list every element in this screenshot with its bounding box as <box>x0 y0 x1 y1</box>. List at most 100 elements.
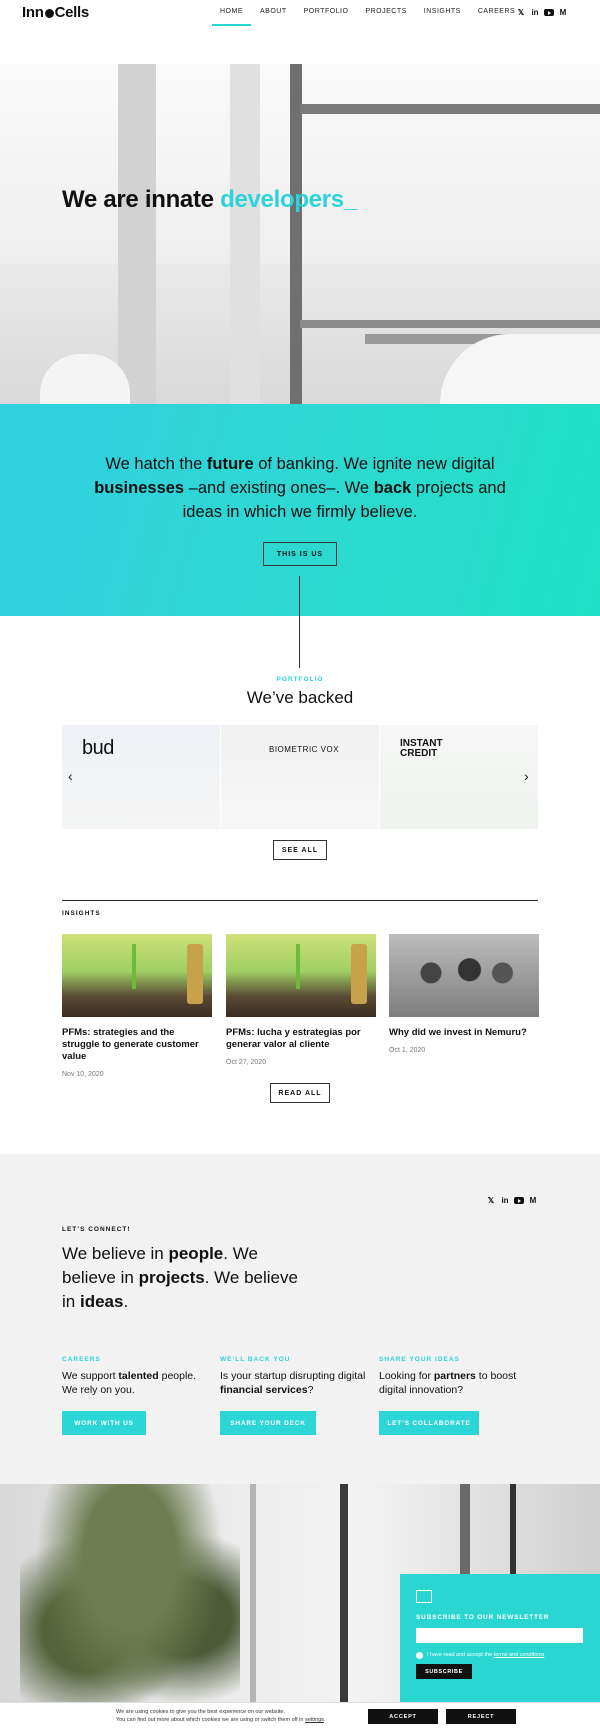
chevron-right-icon[interactable]: › <box>524 768 529 784</box>
medium-icon[interactable]: M <box>558 8 568 17</box>
portfolio-slide[interactable]: BIOMETRIC VOX <box>221 725 379 829</box>
insight-title[interactable]: PFMs: strategies and the struggle to gen… <box>62 1027 212 1063</box>
insight-image <box>226 934 376 1017</box>
column-text-part: Is your startup disrupting digital <box>220 1370 366 1382</box>
footer-pillar <box>340 1484 348 1728</box>
column-text-bold: talented <box>118 1370 159 1382</box>
nav-about[interactable]: ABOUT <box>260 8 287 26</box>
see-all-button[interactable]: SEE ALL <box>273 840 327 860</box>
insight-image <box>389 934 539 1017</box>
mission-text: –and existing ones–. We <box>184 479 374 497</box>
insight-card[interactable]: PFMs: lucha y estrategias por generar va… <box>226 934 376 1066</box>
insight-card[interactable]: Why did we invest in Nemuru? Oct 1, 2020 <box>389 934 539 1054</box>
connect-eyebrow: LET’S CONNECT! <box>62 1226 131 1233</box>
connect-text: . <box>123 1292 129 1311</box>
logo[interactable]: Inn Cells <box>22 4 89 21</box>
work-with-us-button[interactable]: WORK WITH US <box>62 1411 146 1435</box>
portfolio-eyebrow: PORTFOLIO <box>276 676 324 683</box>
cookie-line: We are using cookies to give you the bes… <box>116 1709 285 1715</box>
mission-band: We hatch the future of banking. We ignit… <box>0 404 600 616</box>
column-text: We support talented people. We rely on y… <box>62 1369 212 1397</box>
terms-link[interactable]: terms and conditions <box>494 1652 545 1658</box>
column-eyebrow: WE’LL BACK YOU <box>220 1356 291 1363</box>
portfolio-title: We’ve backed <box>246 688 354 707</box>
hero-chair <box>440 334 600 404</box>
connect-socials: 𝕏 in M <box>486 1196 542 1205</box>
medium-icon[interactable]: M <box>528 1196 538 1205</box>
site-header: Inn Cells HOME ABOUT PORTFOLIO PROJECTS I… <box>0 0 600 30</box>
connect-bold: ideas <box>79 1292 124 1311</box>
insight-title[interactable]: PFMs: lucha y estrategias por generar va… <box>226 1027 376 1051</box>
hero-section: We are innate developers_ <box>0 64 600 404</box>
mission-bold: businesses <box>94 479 185 497</box>
biometricvox-logo: BIOMETRIC VOX <box>269 745 340 754</box>
read-all-button[interactable]: READ ALL <box>270 1083 330 1103</box>
nav-home[interactable]: HOME <box>212 8 251 26</box>
hero-frame <box>300 320 600 328</box>
insight-title[interactable]: Why did we invest in Nemuru? <box>389 1027 539 1039</box>
share-ideas-column: SHARE YOUR IDEAS Looking for partners to… <box>379 1356 529 1435</box>
section-divider <box>62 900 538 901</box>
linkedin-icon[interactable]: in <box>530 8 540 17</box>
column-eyebrow: CAREERS <box>62 1356 101 1363</box>
cookie-text-part: . <box>323 1717 326 1723</box>
terms-text: I have read and accept the <box>427 1652 494 1658</box>
cookie-text: We are using cookies to give you the bes… <box>116 1708 325 1724</box>
connect-bold: projects <box>138 1268 205 1287</box>
column-text-part: ? <box>307 1384 314 1396</box>
connect-title: We believe in people. We believe in proj… <box>62 1242 302 1314</box>
connect-text: We believe in <box>62 1244 169 1263</box>
linkedin-icon[interactable]: in <box>500 1196 510 1205</box>
mission-bold: back <box>373 479 412 497</box>
chevron-left-icon[interactable]: ‹ <box>68 768 73 784</box>
plant-image <box>20 1484 240 1728</box>
insight-image <box>62 934 212 1017</box>
nav-insights[interactable]: INSIGHTS <box>424 8 461 26</box>
hero-frame <box>300 104 600 114</box>
hero-title-plain: We are innate <box>62 186 221 213</box>
newsletter-title: SUBSCRIBE TO OUR NEWSLETTER <box>416 1614 550 1621</box>
twitter-icon[interactable]: 𝕏 <box>486 1196 496 1205</box>
insight-card[interactable]: PFMs: strategies and the struggle to gen… <box>62 934 212 1078</box>
hero-pillar <box>118 64 156 404</box>
this-is-us-button[interactable]: THIS IS US <box>263 542 337 566</box>
twitter-icon[interactable]: 𝕏 <box>516 8 526 17</box>
bud-logo: bud <box>82 737 114 759</box>
column-text-bold: partners <box>433 1370 476 1382</box>
column-eyebrow: SHARE YOUR IDEAS <box>379 1356 460 1363</box>
cookie-settings-link[interactable]: settings <box>305 1717 324 1723</box>
insight-date: Oct 27, 2020 <box>226 1059 267 1066</box>
mission-text: We hatch the <box>105 455 207 473</box>
back-you-column: WE’LL BACK YOU Is your startup disruptin… <box>220 1356 370 1435</box>
connect-bold: people <box>168 1244 224 1263</box>
connector-line <box>299 576 300 668</box>
reject-cookies-button[interactable]: REJECT <box>446 1709 516 1724</box>
hero-pillar <box>230 64 260 404</box>
share-your-deck-button[interactable]: SHARE YOUR DECK <box>220 1411 316 1435</box>
header-socials: 𝕏 in M <box>516 8 572 17</box>
careers-column: CAREERS We support talented people. We r… <box>62 1356 212 1435</box>
cookie-line: You can find out more about which cookie… <box>116 1716 325 1724</box>
nav-careers[interactable]: CAREERS <box>478 8 515 26</box>
portfolio-slide[interactable]: INSTANT CREDIT <box>380 725 538 829</box>
hero-title-accent: developers_ <box>220 186 357 213</box>
newsletter-email-input[interactable] <box>416 1628 583 1643</box>
nav-portfolio[interactable]: PORTFOLIO <box>304 8 349 26</box>
cookie-text-part: You can find out more about which cookie… <box>116 1717 305 1723</box>
hero-pillar <box>290 64 302 404</box>
column-text-part: We support <box>62 1370 119 1382</box>
mission-bold: future <box>206 455 254 473</box>
portfolio-slide[interactable]: bud <box>62 725 220 829</box>
nav-projects[interactable]: PROJECTS <box>365 8 406 26</box>
youtube-icon[interactable] <box>514 1197 524 1204</box>
accept-cookies-button[interactable]: ACCEPT <box>368 1709 438 1724</box>
footer-pillar <box>510 1484 516 1574</box>
youtube-icon[interactable] <box>544 9 554 16</box>
envelope-icon <box>416 1590 432 1603</box>
column-text-bold: financial services <box>220 1384 308 1396</box>
terms-checkbox[interactable] <box>416 1652 423 1659</box>
lets-collaborate-button[interactable]: LET’S COLLABORATE <box>379 1411 479 1435</box>
main-nav: HOME ABOUT PORTFOLIO PROJECTS INSIGHTS C… <box>212 8 532 26</box>
subscribe-button[interactable]: SUBSCRIBE <box>416 1664 472 1679</box>
portfolio-carousel: bud BIOMETRIC VOX INSTANT CREDIT <box>62 725 538 829</box>
